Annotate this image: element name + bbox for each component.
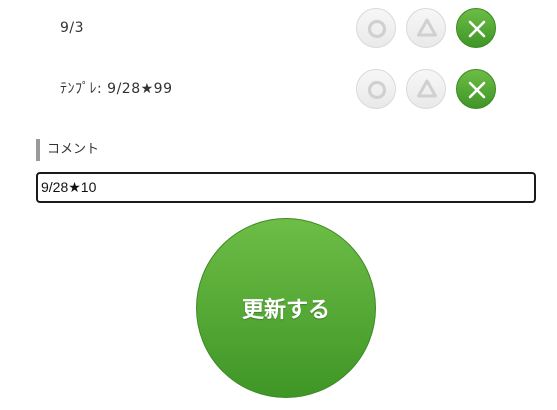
date-row: ﾃﾝﾌﾟﾚ: 9/28★99 xyxy=(0,67,557,111)
cross-option-button[interactable] xyxy=(456,69,496,109)
triangle-icon xyxy=(417,18,437,37)
date-row: 9/3 xyxy=(0,6,557,50)
cross-option-button[interactable] xyxy=(456,8,496,48)
cross-icon xyxy=(468,81,486,99)
triangle-option-button[interactable] xyxy=(406,69,446,109)
circle-option-button[interactable] xyxy=(356,8,396,48)
date-label: ﾃﾝﾌﾟﾚ: 9/28★99 xyxy=(60,81,173,97)
triangle-icon xyxy=(417,79,437,98)
circle-icon xyxy=(367,19,387,39)
triangle-option-button[interactable] xyxy=(406,8,446,48)
cross-icon xyxy=(468,20,486,38)
circle-option-button[interactable] xyxy=(356,69,396,109)
circle-icon xyxy=(367,80,387,100)
date-label: 9/3 xyxy=(60,20,85,36)
comment-heading: コメント xyxy=(36,139,99,161)
update-button[interactable]: 更新する xyxy=(196,218,376,398)
schedule-answer-form: 9/3 ﾃﾝﾌﾟﾚ: 9/28★99 コメント 9/28★10 更新する xyxy=(0,0,557,410)
comment-input[interactable] xyxy=(36,172,536,203)
